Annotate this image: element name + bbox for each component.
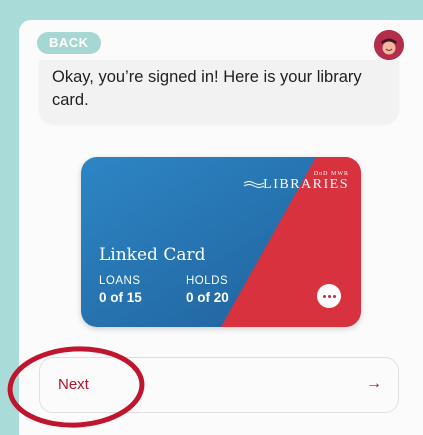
libby-avatar-icon bbox=[374, 30, 404, 60]
avatar bbox=[374, 30, 404, 60]
loans-stat: LOANS 0 of 15 bbox=[99, 275, 142, 305]
library-card[interactable]: DoD MWR LIBRARIES Linked Card LOANS 0 of… bbox=[81, 157, 361, 327]
signin-panel: BACK Okay, you’re signed in! Here is you… bbox=[19, 20, 423, 435]
libraries-logo: DoD MWR LIBRARIES bbox=[243, 171, 349, 193]
card-title: Linked Card bbox=[99, 245, 206, 265]
holds-label: HOLDS bbox=[186, 275, 229, 287]
back-button[interactable]: BACK bbox=[37, 32, 101, 54]
next-button[interactable]: Next → bbox=[39, 357, 399, 413]
message-text: Okay, you’re signed in! Here is your lib… bbox=[52, 68, 362, 109]
wave-icon bbox=[243, 181, 265, 188]
next-label: Next bbox=[58, 376, 89, 393]
holds-value: 0 of 20 bbox=[186, 290, 229, 305]
more-options-icon[interactable] bbox=[317, 284, 341, 308]
arrow-right-icon: → bbox=[366, 375, 382, 392]
loans-value: 0 of 15 bbox=[99, 290, 142, 305]
message-bubble: Okay, you’re signed in! Here is your lib… bbox=[39, 60, 399, 124]
holds-stat: HOLDS 0 of 20 bbox=[186, 275, 229, 305]
logo-name: LIBRARIES bbox=[263, 177, 349, 192]
loans-label: LOANS bbox=[99, 275, 141, 287]
